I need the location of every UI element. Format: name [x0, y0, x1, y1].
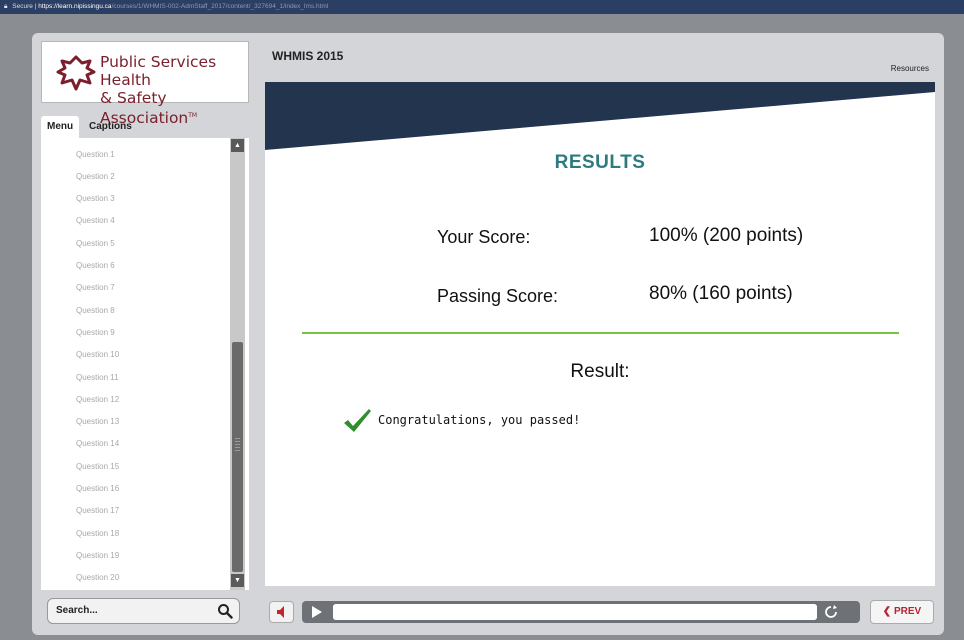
sidebar-item-question-11[interactable]: Question 11	[76, 373, 119, 382]
result-message: Congratulations, you passed!	[378, 413, 581, 427]
sidebar-item-question-19[interactable]: Question 19	[76, 551, 119, 560]
sidebar-item-question-4[interactable]: Question 4	[76, 216, 115, 225]
resources-link[interactable]: Resources	[891, 64, 929, 73]
sidebar-item-question-6[interactable]: Question 6	[76, 261, 115, 270]
sidebar-item-question-1[interactable]: Question 1	[76, 150, 115, 159]
slide-banner	[265, 82, 935, 150]
sidebar-item-question-15[interactable]: Question 15	[76, 462, 119, 471]
browser-address-bar[interactable]: 🔒︎ Secure | https://learn.nipissingu.ca/…	[0, 0, 964, 14]
your-score-label: Your Score:	[437, 227, 531, 247]
sidebar-item-question-20[interactable]: Question 20	[76, 573, 119, 582]
sidebar-item-question-14[interactable]: Question 14	[76, 439, 119, 448]
sidebar-item-question-9[interactable]: Question 9	[76, 328, 115, 337]
replay-icon[interactable]	[822, 604, 840, 620]
result-label: Result:	[570, 361, 630, 382]
scrollbar-grip-line	[235, 441, 240, 442]
progress-fill	[333, 604, 817, 620]
search-box[interactable]: Search...	[47, 598, 240, 624]
passing-score-value: 80% (160 points)	[649, 283, 793, 304]
sidebar-item-question-17[interactable]: Question 17	[76, 506, 119, 515]
search-label: Search...	[56, 605, 98, 616]
mute-button[interactable]	[269, 601, 294, 623]
prev-button[interactable]: ❮ PREV	[870, 600, 934, 624]
results-slide: RESULTS Your Score: 100% (200 points) Pa…	[265, 82, 935, 586]
play-icon[interactable]	[308, 604, 324, 620]
course-title: WHMIS 2015	[272, 49, 344, 63]
scroll-up-arrow-icon[interactable]: ▲	[231, 139, 244, 152]
sidebar-menu-list: Question 1 Question 2 Question 3 Questio…	[41, 138, 249, 590]
maple-leaf-logo-icon	[56, 55, 96, 91]
tab-menu[interactable]: Menu	[41, 116, 80, 138]
prev-label: PREV	[893, 606, 922, 617]
psha-logo: Public Services Health & Safety Associat…	[41, 41, 249, 127]
scroll-down-arrow-icon[interactable]: ▼	[231, 574, 244, 587]
scrollbar-thumb[interactable]	[232, 342, 243, 572]
checkmark-icon	[344, 409, 371, 432]
sidebar-item-question-13[interactable]: Question 13	[76, 417, 119, 426]
secure-label: Secure	[12, 3, 33, 10]
results-title: RESULTS	[554, 152, 646, 173]
sidebar-item-question-16[interactable]: Question 16	[76, 484, 119, 493]
chevron-left-icon: ❮	[882, 606, 892, 617]
passing-score-label: Passing Score:	[437, 286, 559, 306]
your-score-value: 100% (200 points)	[649, 225, 804, 246]
sidebar-item-question-3[interactable]: Question 3	[76, 194, 115, 203]
sidebar-item-question-2[interactable]: Question 2	[76, 172, 115, 181]
sidebar-item-question-5[interactable]: Question 5	[76, 239, 115, 248]
sidebar-item-question-8[interactable]: Question 8	[76, 306, 115, 315]
lock-icon: 🔒︎	[4, 3, 8, 10]
sidebar-item-question-18[interactable]: Question 18	[76, 529, 119, 538]
sidebar-item-question-12[interactable]: Question 12	[76, 395, 119, 404]
scrollbar-grip-line	[235, 438, 240, 439]
sidebar-item-question-7[interactable]: Question 7	[76, 283, 115, 292]
scrollbar-grip-line	[235, 447, 240, 448]
scrollbar-grip-line	[235, 450, 240, 451]
progress-bar[interactable]	[333, 604, 817, 620]
sidebar-tabs: Menu Captions	[41, 116, 249, 138]
scrollbar-grip-line	[235, 444, 240, 445]
url-host: https://learn.nipissingu.ca	[38, 3, 112, 10]
url-path: /courses/1/WHMIS-002-AdmStaff_2017/conte…	[111, 3, 329, 10]
search-icon[interactable]	[217, 603, 233, 619]
results-divider	[302, 332, 899, 334]
speaker-icon	[277, 606, 284, 618]
logo-line1: Public Services Health	[100, 53, 217, 89]
sidebar-item-question-10[interactable]: Question 10	[76, 350, 119, 359]
tab-captions[interactable]: Captions	[83, 116, 138, 138]
